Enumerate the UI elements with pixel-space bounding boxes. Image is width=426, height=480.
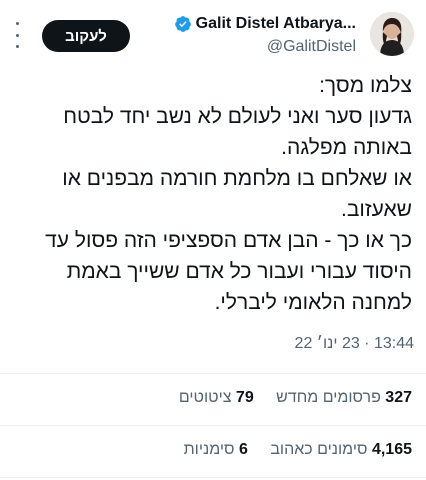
divider: [0, 373, 426, 374]
tweet-line: כך או כך - הבן אדם הספציפי הזה פסול עד: [45, 229, 412, 252]
tweet-text: צלמו מסך: גדעון סער ואני לעולם לא נשב יח…: [14, 70, 412, 318]
verified-badge-icon: [174, 15, 192, 33]
likes-count: 4,165: [371, 441, 412, 458]
retweets-label: פרסומים מחדש: [276, 389, 381, 406]
avatar[interactable]: [370, 12, 414, 56]
divider: [0, 477, 426, 478]
tweet-line: גדעון סער ואני לעולם לא נשב יחד לבטח: [63, 105, 412, 128]
tweet-line: היסוד עבורי ועבור כל אדם ששייך באמת: [66, 260, 412, 283]
tweet-line: באותה מפלגה.: [281, 136, 412, 159]
tweet-line: שאעזוב.: [341, 198, 412, 221]
retweets-stat[interactable]: 327 פרסומים מחדש: [276, 389, 412, 407]
quotes-count: 79: [235, 389, 254, 406]
divider: [0, 425, 426, 426]
stats-row-likes: 4,165 סימונים כאהוב 6 סימניות: [14, 441, 412, 459]
likes-stat[interactable]: 4,165 סימונים כאהוב: [270, 441, 412, 459]
bookmarks-count: 6: [238, 441, 248, 458]
bookmarks-stat[interactable]: 6 סימניות: [184, 441, 248, 459]
user-handle[interactable]: @GalitDistel: [156, 38, 356, 56]
likes-label: סימונים כאהוב: [270, 441, 368, 458]
quotes-stat[interactable]: 79 ציטוטים: [179, 389, 254, 407]
tweet-timestamp[interactable]: 13:44 · 23 ינו׳ 22: [14, 335, 414, 353]
avatar-image: [370, 12, 414, 56]
stats-row-reposts: 327 פרסומים מחדש 79 ציטוטים: [14, 389, 412, 407]
bookmarks-label: סימניות: [183, 441, 235, 458]
tweet-card: Galit Distel Atbarya... @GalitDistel לעק…: [0, 0, 426, 480]
more-vertical-icon[interactable]: [14, 22, 20, 48]
tweet-line: למחנה הלאומי ליברלי.: [214, 291, 412, 314]
quotes-label: ציטוטים: [178, 389, 232, 406]
tweet-line: צלמו מסך:: [319, 74, 412, 97]
follow-button[interactable]: לעקוב: [42, 20, 130, 52]
display-name-row: Galit Distel Atbarya...: [156, 14, 356, 34]
tweet-line: או שאלחם בו מלחמת חורמה מבפנים או: [62, 167, 412, 190]
author-info: Galit Distel Atbarya... @GalitDistel: [156, 14, 356, 56]
display-name[interactable]: Galit Distel Atbarya...: [196, 15, 356, 33]
retweets-count: 327: [385, 389, 412, 406]
tweet-header: Galit Distel Atbarya... @GalitDistel לעק…: [0, 0, 426, 70]
